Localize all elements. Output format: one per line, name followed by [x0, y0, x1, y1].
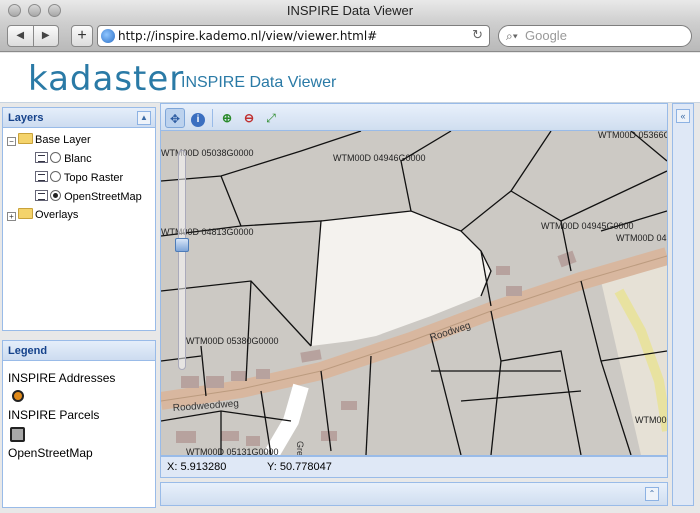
kadaster-logo: kadaster [28, 59, 185, 99]
globe-icon [101, 29, 115, 43]
zoom-extent-icon[interactable]: ⤢ [261, 108, 281, 128]
legend-panel-header: Legend [3, 341, 155, 361]
parcel-label: WTM00D 04945G0000 [541, 221, 634, 231]
parcel-label: WTM00D 05380G0000 [186, 336, 279, 346]
parcel-label: WTM00D 04813G0000 [161, 227, 254, 237]
zoom-window-button[interactable] [48, 4, 61, 17]
folder-icon [18, 208, 33, 219]
close-window-button[interactable] [8, 4, 21, 17]
y-coordinate: Y: 50.778047 [267, 461, 332, 473]
parcel-label: WTM00D 05366G [598, 131, 667, 140]
zoom-out-icon[interactable]: ⊖ [239, 108, 259, 128]
browser-window: INSPIRE Data Viewer ◀ ▶ + http://inspire… [0, 0, 700, 513]
expand-icon[interactable]: + [7, 212, 16, 221]
layer-label: Topo Raster [63, 172, 124, 184]
zoom-in-icon[interactable]: ⊕ [217, 108, 237, 128]
layers-panel: Layers ▲ − Base Layer Blanc Topo Raster O… [2, 107, 156, 331]
radio-button[interactable] [50, 152, 61, 163]
layer-item-openstreetmap[interactable]: OpenStreetMap [35, 188, 142, 206]
expand-up-icon[interactable]: ⌃ [645, 487, 659, 501]
layers-panel-header: Layers ▲ [3, 108, 155, 128]
title-bar: INSPIRE Data Viewer [0, 0, 700, 22]
collapse-up-icon[interactable]: ▲ [137, 111, 151, 125]
folder-icon [18, 133, 33, 144]
radio-button[interactable] [50, 171, 61, 182]
nav-buttons: ◀ ▶ [7, 25, 59, 47]
expand-left-icon[interactable]: « [676, 109, 690, 123]
url-text: http://inspire.kademo.nl/view/viewer.htm… [118, 29, 378, 43]
toolbar-separator [212, 109, 213, 127]
parcel-swatch-icon [10, 427, 25, 442]
layer-item-blanc[interactable]: Blanc [35, 150, 92, 168]
zoom-slider-thumb[interactable] [175, 238, 189, 252]
forward-arrow-icon[interactable]: ▶ [34, 26, 59, 46]
x-coordinate: X: 5.913280 [167, 461, 227, 473]
reload-icon[interactable]: ↻ [472, 26, 483, 46]
layer-icon [35, 152, 48, 163]
parcel-label: WTM00D 05131G0000 [186, 447, 279, 455]
add-bookmark-button[interactable]: + [71, 25, 93, 47]
address-point-icon [12, 390, 24, 402]
window-title: INSPIRE Data Viewer [286, 3, 414, 18]
legend-title: Legend [8, 345, 48, 357]
search-placeholder: Google [525, 28, 567, 43]
search-field[interactable]: ⌕▾ Google [498, 25, 692, 47]
collapse-icon[interactable]: − [7, 137, 16, 146]
layer-label: OpenStreetMap [64, 191, 142, 203]
layer-item-topo-raster[interactable]: Topo Raster [35, 169, 123, 187]
coordinates-bar: X: 5.913280 Y: 50.778047 [160, 456, 668, 478]
app-header: kadaster INSPIRE Data Viewer [0, 53, 700, 103]
overlays-label: Overlays [35, 209, 79, 221]
parcel-label: WTM00D 04946G0000 [333, 153, 426, 163]
layer-icon [35, 190, 48, 201]
url-field[interactable]: http://inspire.kademo.nl/view/viewer.htm… [97, 25, 490, 47]
tree-node-base-layer[interactable]: − Base Layer [7, 131, 91, 149]
legend-item-osm: OpenStreetMap [8, 446, 93, 460]
bottom-panel: ⌃ [160, 482, 668, 506]
legend-item-parcels: INSPIRE Parcels [8, 408, 100, 422]
zoom-slider-track[interactable] [178, 150, 186, 370]
parcel-label: WTM00D 05038G0000 [161, 148, 254, 158]
street-label-side: Gre [295, 441, 305, 455]
browser-toolbar: ◀ ▶ + http://inspire.kademo.nl/view/view… [0, 22, 700, 52]
radio-button-selected[interactable] [50, 190, 61, 201]
map-canvas[interactable]: WTM00D 05038G0000 WTM00D 04946G0000 WTM0… [161, 131, 667, 455]
back-arrow-icon[interactable]: ◀ [8, 26, 34, 46]
info-icon[interactable]: i [188, 108, 208, 128]
map-view[interactable]: WTM00D 05038G0000 WTM00D 04946G0000 WTM0… [161, 131, 667, 455]
map-toolbar: ✥ i ⊕ ⊖ ⤢ [160, 103, 668, 131]
parcel-label: WTM00D 0453 [635, 415, 667, 425]
minimize-window-button[interactable] [28, 4, 41, 17]
legend-item-addresses: INSPIRE Addresses [8, 371, 116, 385]
layers-title: Layers [8, 112, 44, 124]
legend-panel: Legend INSPIRE Addresses INSPIRE Parcels… [2, 340, 156, 508]
layer-label: Blanc [64, 153, 92, 165]
right-collapsed-panel: « [672, 103, 694, 506]
tree-node-overlays[interactable]: + Overlays [7, 206, 78, 224]
layer-icon [35, 171, 48, 182]
parcel-label: WTM00D 0495 [616, 233, 667, 243]
base-layer-label: Base Layer [35, 134, 91, 146]
app-title: INSPIRE Data Viewer [181, 74, 337, 91]
search-icon: ⌕▾ [506, 29, 518, 43]
pan-icon[interactable]: ✥ [165, 108, 185, 128]
